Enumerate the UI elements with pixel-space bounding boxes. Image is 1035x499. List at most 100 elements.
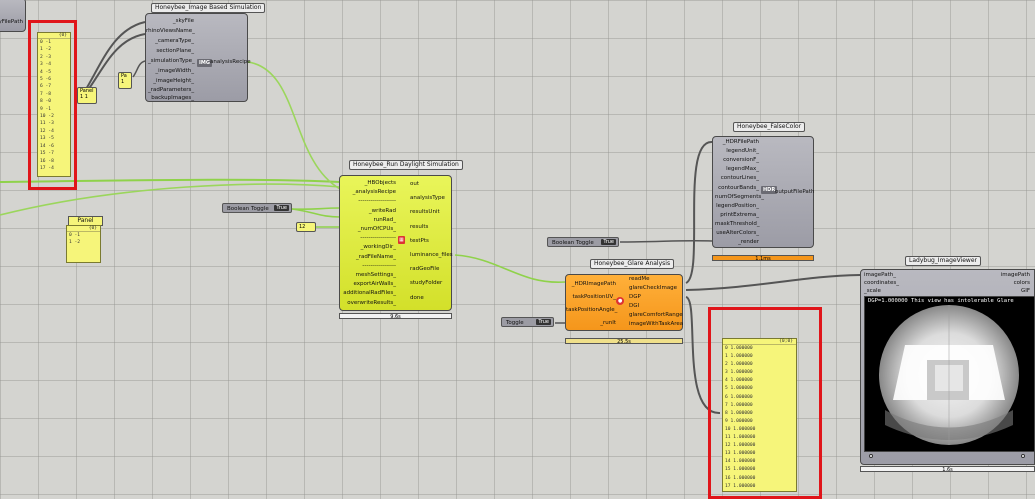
input-0[interactable]: _skyFile [148,18,194,25]
glare-output-5[interactable]: imageWithTaskArea [629,321,683,328]
glare-timer: 25.5s [565,338,683,345]
wire-gray-3 [132,60,146,78]
wire-green-7 [454,254,566,283]
wire-gray-4 [685,140,713,284]
run-sim-output-2[interactable]: resultsUnit [410,209,440,216]
falsecolor-input-6[interactable]: numOfSegments_ [715,194,764,201]
falsecolor-input-5[interactable]: contourBands_ [715,185,759,192]
falsecolor-input-0[interactable]: _HDRFilePath [715,139,759,146]
run-sim-input-11[interactable]: exportAirWalls_ [342,281,397,288]
run-sim-input-13[interactable]: overwriteResults_ [342,300,396,307]
run-sim-output-0[interactable]: out [410,181,419,188]
image-based-simulation-component[interactable]: _skyFile rhinoViewsName_ _cameraType_ se… [145,13,251,102]
input-6[interactable]: _imageHeight_ [148,78,194,85]
falsecolor-input-2[interactable]: conversionF_ [715,157,759,164]
red-highlight-bottomright [708,307,822,499]
glare-output-3[interactable]: DGI [629,303,639,310]
glare-image-display: DGP=1.000000 This view has intolerable G… [864,296,1035,452]
wire-green-5 [291,208,341,218]
input-8[interactable]: backupImages_ [148,95,194,102]
falsecolor-component[interactable]: _HDRFilePath legendUnit_ conversionF_legen… [712,136,814,248]
glare-input-1[interactable]: taskPositionUV_ [566,294,616,301]
panel-stub[interactable]: Panel 1 1 [77,87,97,104]
falsecolor-input-9[interactable]: maskThreshold_ [715,221,760,228]
pa-stub[interactable]: Pa 1 [118,72,132,89]
run-sim-input-6: ------------------ [360,235,396,242]
toggle-value[interactable]: True [601,239,616,245]
viewer-input-0[interactable]: imagePath_ [864,272,896,279]
viewer-output-2[interactable]: GIF [1021,288,1030,295]
boolean-toggle-1[interactable]: Boolean Toggle True [222,203,292,213]
input-4[interactable]: _simulationType_ [148,58,195,65]
run-sim-input-4[interactable]: runRad_ [342,217,396,224]
fisheye-image [879,305,1019,445]
run-sim-output-6[interactable]: radGeoFile [410,266,439,273]
run-sim-output-8[interactable]: done [410,295,424,302]
toggle-label: Boolean Toggle [227,206,269,212]
viewer-input-2[interactable]: _scale [864,288,881,295]
run-sim-input-3[interactable]: _writeRad [342,208,396,215]
run-sim-input-8[interactable]: _radFileName_ [342,254,396,261]
viewer-output-0[interactable]: imagePath [1001,272,1030,279]
falsecolor-input-11[interactable]: _render [715,239,759,246]
toggle-value[interactable]: True [274,205,289,211]
glare-input-3[interactable]: _runIt [566,320,616,327]
input-1[interactable]: rhinoViewsName_ [146,28,195,35]
viewer-input-1[interactable]: coordinates_ [864,280,899,287]
toggle-label: Boolean Toggle [552,240,594,246]
glare-output-1[interactable]: glareCheckImage [629,285,677,292]
run-sim-input-12[interactable]: additionalRadFiles_ [342,290,396,297]
viewer-prev-button[interactable] [869,454,873,458]
pa-stub-value: 1 [121,79,125,85]
image-sim-title: Honeybee_Image Based Simulation [151,3,266,13]
glare-title: Honeybee_Glare Analysis [590,259,675,269]
run-sim-input-10[interactable]: meshSettings_ [342,272,396,279]
wire-green-3 [247,61,341,190]
viewer-title: Ladybug_ImageViewer [905,256,981,266]
input-7[interactable]: _radParameters_ [148,87,194,94]
output-filepath[interactable]: outputFilePath [775,189,814,196]
falsecolor-input-8[interactable]: printExtrema_ [715,212,759,219]
run-sim-output-5[interactable]: luminance_files [410,252,453,259]
boolean-toggle-2[interactable]: Boolean Toggle True [547,237,619,247]
input-3[interactable]: sectionPlane_ [148,48,194,55]
falsecolor-input-1[interactable]: legendUnit_ [715,148,759,155]
glare-icon: ● [616,297,625,305]
viewer-next-button[interactable] [1021,454,1025,458]
run-sim-output-7[interactable]: studyFolder [410,280,442,287]
panel-middle[interactable]: {0} 0 -1 1 -2 [66,225,101,263]
run-sim-input-0[interactable]: _HBObjects [342,180,396,187]
falsecolor-timer: 1.1ms [712,255,814,262]
run-sim-output-4[interactable]: testPts [410,238,429,245]
toggle-3[interactable]: Toggle True [501,317,554,327]
falsecolor-input-4[interactable]: contourLines_ [715,175,759,182]
run-daylight-simulation-component[interactable]: _HBObjects _analysisRecipe ---------------… [339,175,453,311]
number-node[interactable]: 12 [296,222,316,232]
falsecolor-title: Honeybee_FalseColor [733,122,806,132]
falsecolor-input-7[interactable]: legendPosition_ [715,203,759,210]
glare-input-2[interactable]: taskPositionAngle_ [566,307,617,314]
glare-output-2[interactable]: DGP [629,294,641,301]
run-sim-output-3[interactable]: results [410,224,428,231]
toggle-value[interactable]: True [536,319,551,325]
input-2[interactable]: _cameraType_ [148,38,194,45]
glare-output-0[interactable]: readMe [629,276,650,283]
run-sim-input-7[interactable]: _workingDir_ [342,244,396,251]
image-viewer-component[interactable]: imagePath_ coordinates_ _scale imagePath… [860,269,1035,465]
viewer-output-1[interactable]: colors [1014,280,1030,287]
grid-icon: ▦ [398,236,405,244]
run-sim-input-5[interactable]: _numOfCPUs_ [342,226,396,233]
viewer-caption: DGP=1.000000 This view has intolerable G… [868,298,1014,304]
falsecolor-input-10[interactable]: useAlterColors_ [715,230,759,237]
output-analysisRecipe[interactable]: analysisRecipe [210,59,251,66]
falsecolor-input-3[interactable]: legendMax_ [715,166,759,173]
glare-output-4[interactable]: glareComfortRange [629,312,683,319]
partial-component-topleft[interactable]: skyFilePath [0,0,26,32]
panel-mid-row-0: 0 -1 [69,233,81,238]
glare-input-0[interactable]: _HDRImagePath [566,281,616,288]
input-5[interactable]: _imageWidth_ [148,68,194,75]
run-sim-input-1[interactable]: _analysisRecipe [342,189,396,196]
viewer-timer: 1.6s [860,466,1035,473]
run-sim-output-1[interactable]: analysisType [410,195,445,202]
glare-analysis-component[interactable]: _HDRImagePath taskPositionUV_ taskPositi… [565,274,683,331]
